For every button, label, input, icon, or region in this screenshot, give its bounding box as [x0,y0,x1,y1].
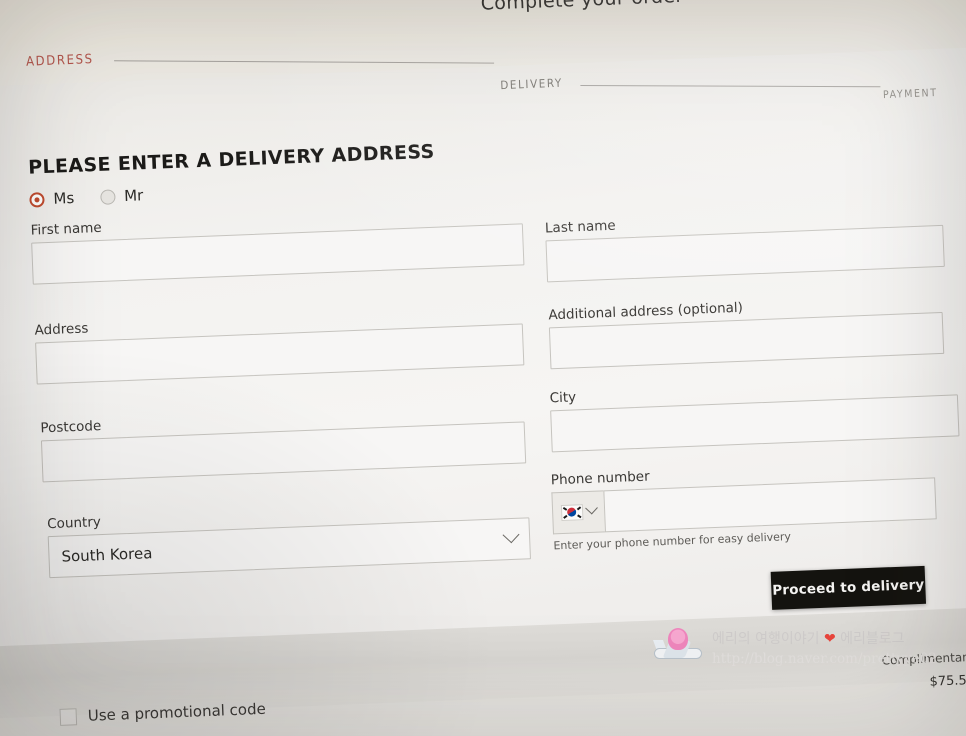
chevron-down-icon[interactable] [585,501,598,514]
chevron-down-icon[interactable] [502,526,520,544]
airplane-flower-icon [652,628,704,668]
step-address[interactable]: ADDRESS [26,52,94,70]
phone-number-input[interactable] [603,477,937,533]
photographed-monitor: Complete your order ADDRESS DELIVERY PAY… [0,0,966,736]
heart-icon: ❤ [823,629,836,646]
field-phone-number: Phone number Enter your phone number for… [551,457,938,552]
radio-mr-icon[interactable] [99,188,116,205]
step-delivery[interactable]: DELIVERY [500,76,563,92]
step-rule-1 [114,60,495,64]
radio-option-ms[interactable]: Ms [29,188,75,209]
phone-country-selector[interactable] [551,490,605,535]
watermark-line-1: 에리의 여행이야기 [712,630,820,647]
south-korea-flag-icon [560,504,584,522]
radio-option-mr[interactable]: Mr [99,186,144,206]
blog-watermark: 에리의 여행이야기 ❤ 에리블로그 http://blog.naver.com/… [652,620,952,676]
country-selected-value: South Korea [61,544,153,566]
watermark-line-1b: 에리블로그 [840,630,905,647]
radio-ms-label: Ms [53,188,75,208]
radio-mr-label: Mr [123,186,144,205]
step-payment[interactable]: PAYMENT [883,87,938,101]
proceed-to-delivery-button[interactable]: Proceed to delivery [770,565,927,610]
radio-ms-icon[interactable] [29,191,45,208]
watermark-url: http://blog.naver.com/prettyye02 [712,650,937,667]
promo-checkbox[interactable] [59,707,78,726]
step-rule-2 [580,84,881,88]
